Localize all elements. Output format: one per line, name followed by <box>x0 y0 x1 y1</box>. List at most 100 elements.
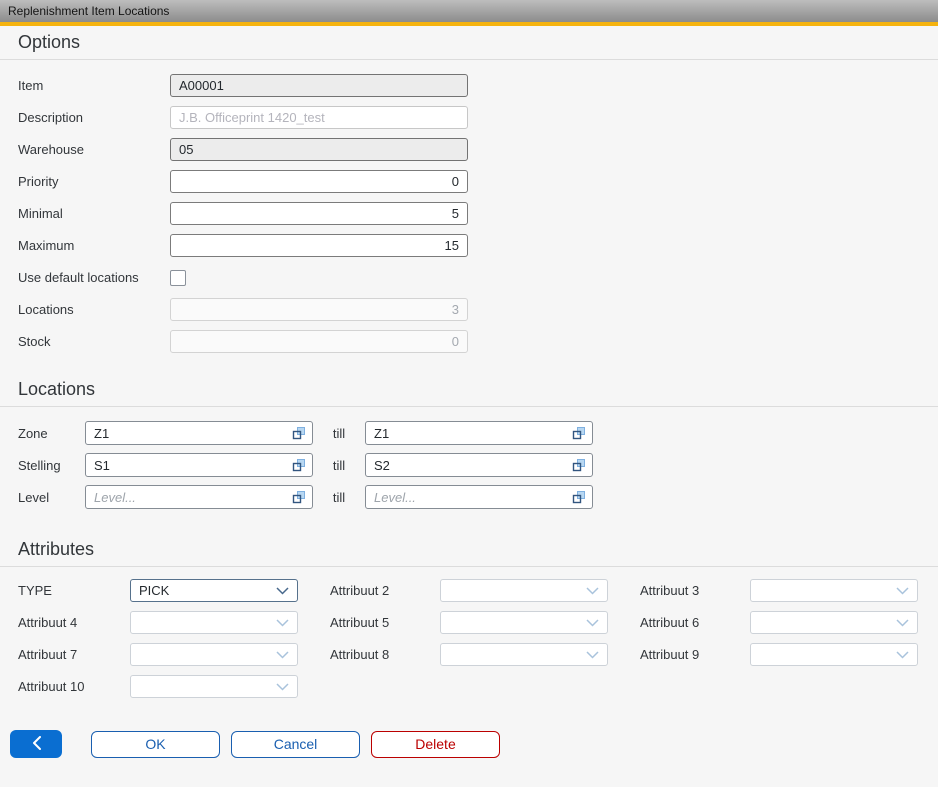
stock-row: Stock <box>18 330 938 353</box>
attribuut-3-label: Attribuut 3 <box>640 583 750 598</box>
priority-row: Priority <box>18 170 938 193</box>
type-label: TYPE <box>18 583 130 598</box>
attribuut-2-label: Attribuut 2 <box>330 583 440 598</box>
type-dropdown[interactable]: PICK <box>130 579 298 602</box>
attribuut-6-label: Attribuut 6 <box>640 615 750 630</box>
description-label: Description <box>18 110 170 125</box>
attribuut-8-pair: Attribuut 8 <box>330 643 608 666</box>
chevron-down-icon <box>586 587 599 595</box>
attribuut-10-label: Attribuut 10 <box>18 679 130 694</box>
maximum-row: Maximum <box>18 234 938 257</box>
stelling-from-field <box>85 453 313 477</box>
attribuut-5-dropdown[interactable] <box>440 611 608 634</box>
locations-form: Zone till Stelling till <box>0 407 938 509</box>
stelling-till-label: till <box>313 458 365 473</box>
stock-input <box>170 330 468 353</box>
ok-button[interactable]: OK <box>91 731 220 758</box>
attribuut-10-pair: Attribuut 10 <box>18 675 298 698</box>
type-dropdown-value: PICK <box>139 583 169 598</box>
options-form: Item Description Warehouse Priority Mini… <box>0 60 938 353</box>
zone-to-input[interactable] <box>365 421 593 445</box>
attributes-form: TYPE PICK Attribuut 2 Attribuut 3 <box>0 567 938 698</box>
use-default-locations-row: Use default locations <box>18 266 938 289</box>
value-help-icon[interactable] <box>572 490 586 504</box>
stelling-to-input[interactable] <box>365 453 593 477</box>
level-to-input[interactable] <box>365 485 593 509</box>
window-title: Replenishment Item Locations <box>8 4 169 18</box>
chevron-down-icon <box>276 587 289 595</box>
options-section-header: Options <box>0 26 938 60</box>
attribuut-7-pair: Attribuut 7 <box>18 643 298 666</box>
locations-count-row: Locations <box>18 298 938 321</box>
chevron-down-icon <box>276 619 289 627</box>
attribuut-4-dropdown[interactable] <box>130 611 298 634</box>
value-help-icon[interactable] <box>572 458 586 472</box>
chevron-down-icon <box>586 619 599 627</box>
zone-row: Zone till <box>18 421 938 445</box>
value-help-icon[interactable] <box>292 426 306 440</box>
value-help-icon[interactable] <box>292 458 306 472</box>
zone-till-label: till <box>313 426 365 441</box>
chevron-down-icon <box>896 587 909 595</box>
attribuut-4-label: Attribuut 4 <box>18 615 130 630</box>
use-default-locations-label: Use default locations <box>18 270 170 285</box>
attribuut-2-dropdown[interactable] <box>440 579 608 602</box>
chevron-left-icon <box>32 736 41 753</box>
zone-from-input[interactable] <box>85 421 313 445</box>
value-help-icon[interactable] <box>572 426 586 440</box>
warehouse-row: Warehouse <box>18 138 938 161</box>
warehouse-input <box>170 138 468 161</box>
stelling-label: Stelling <box>18 458 85 473</box>
item-label: Item <box>18 78 170 93</box>
window-titlebar: Replenishment Item Locations <box>0 0 938 22</box>
level-from-input[interactable] <box>85 485 313 509</box>
locations-section-header: Locations <box>0 373 938 407</box>
attribuut-2-pair: Attribuut 2 <box>330 579 608 602</box>
attribuut-3-pair: Attribuut 3 <box>640 579 918 602</box>
value-help-icon[interactable] <box>292 490 306 504</box>
zone-from-field <box>85 421 313 445</box>
footer-toolbar: OK Cancel Delete <box>0 730 938 758</box>
cancel-button[interactable]: Cancel <box>231 731 360 758</box>
minimal-row: Minimal <box>18 202 938 225</box>
attribuut-9-pair: Attribuut 9 <box>640 643 918 666</box>
maximum-input[interactable] <box>170 234 468 257</box>
attribuut-10-dropdown[interactable] <box>130 675 298 698</box>
minimal-label: Minimal <box>18 206 170 221</box>
description-input <box>170 106 468 129</box>
stock-label: Stock <box>18 334 170 349</box>
item-input <box>170 74 468 97</box>
level-from-field <box>85 485 313 509</box>
priority-label: Priority <box>18 174 170 189</box>
attributes-section-header: Attributes <box>0 533 938 567</box>
delete-button[interactable]: Delete <box>371 731 500 758</box>
priority-input[interactable] <box>170 170 468 193</box>
attribuut-7-label: Attribuut 7 <box>18 647 130 662</box>
attributes-row-2: Attribuut 4 Attribuut 5 Attribuut 6 <box>18 611 938 634</box>
minimal-input[interactable] <box>170 202 468 225</box>
attribuut-8-dropdown[interactable] <box>440 643 608 666</box>
warehouse-label: Warehouse <box>18 142 170 157</box>
back-button[interactable] <box>10 730 62 758</box>
chevron-down-icon <box>896 619 909 627</box>
attribuut-8-label: Attribuut 8 <box>330 647 440 662</box>
attribuut-7-dropdown[interactable] <box>130 643 298 666</box>
attributes-row-1: TYPE PICK Attribuut 2 Attribuut 3 <box>18 579 938 602</box>
locations-count-input <box>170 298 468 321</box>
stelling-row: Stelling till <box>18 453 938 477</box>
use-default-locations-checkbox[interactable] <box>170 270 186 286</box>
maximum-label: Maximum <box>18 238 170 253</box>
attribuut-5-pair: Attribuut 5 <box>330 611 608 634</box>
attribuut-9-dropdown[interactable] <box>750 643 918 666</box>
attribuut-3-dropdown[interactable] <box>750 579 918 602</box>
stelling-from-input[interactable] <box>85 453 313 477</box>
attribuut-9-label: Attribuut 9 <box>640 647 750 662</box>
attribuut-4-pair: Attribuut 4 <box>18 611 298 634</box>
chevron-down-icon <box>276 651 289 659</box>
zone-to-field <box>365 421 593 445</box>
level-row: Level till <box>18 485 938 509</box>
item-row: Item <box>18 74 938 97</box>
level-label: Level <box>18 490 85 505</box>
attribuut-6-dropdown[interactable] <box>750 611 918 634</box>
attribuut-6-pair: Attribuut 6 <box>640 611 918 634</box>
